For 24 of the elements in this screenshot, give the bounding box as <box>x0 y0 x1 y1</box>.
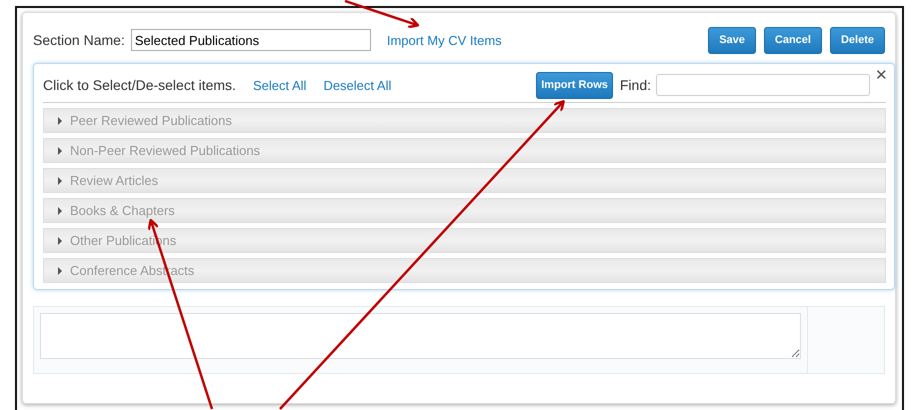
text-area[interactable] <box>40 313 801 359</box>
group-row[interactable]: Books & Chapters <box>43 198 886 223</box>
close-icon[interactable]: ✕ <box>875 66 888 84</box>
section-name-label: Section Name: <box>33 32 125 48</box>
find-label: Find: <box>620 77 651 93</box>
group-row[interactable]: Peer Reviewed Publications <box>43 108 886 133</box>
action-button[interactable]: Save <box>708 26 756 54</box>
group-row[interactable]: Non-Peer Reviewed Publications <box>43 138 886 163</box>
select-link[interactable]: Deselect All <box>323 78 392 92</box>
triangle-icon <box>58 266 62 274</box>
select-link[interactable]: Select All <box>252 78 306 92</box>
instruction-text: Click to Select/De-select items. <box>43 77 236 93</box>
group-row[interactable]: Review Articles <box>43 168 886 193</box>
triangle-icon <box>58 236 62 244</box>
triangle-icon <box>58 116 62 124</box>
import-cv-link[interactable]: Import My CV Items <box>386 32 502 48</box>
find-field[interactable] <box>656 74 870 96</box>
action-button[interactable]: Cancel <box>764 26 822 54</box>
triangle-icon <box>58 176 62 184</box>
section-name-field[interactable]: Selected Publications <box>130 29 371 51</box>
action-button[interactable]: Delete <box>830 26 885 54</box>
triangle-icon <box>58 146 62 154</box>
import-rows-button[interactable]: Import Rows <box>536 72 613 98</box>
triangle-icon <box>58 206 62 214</box>
